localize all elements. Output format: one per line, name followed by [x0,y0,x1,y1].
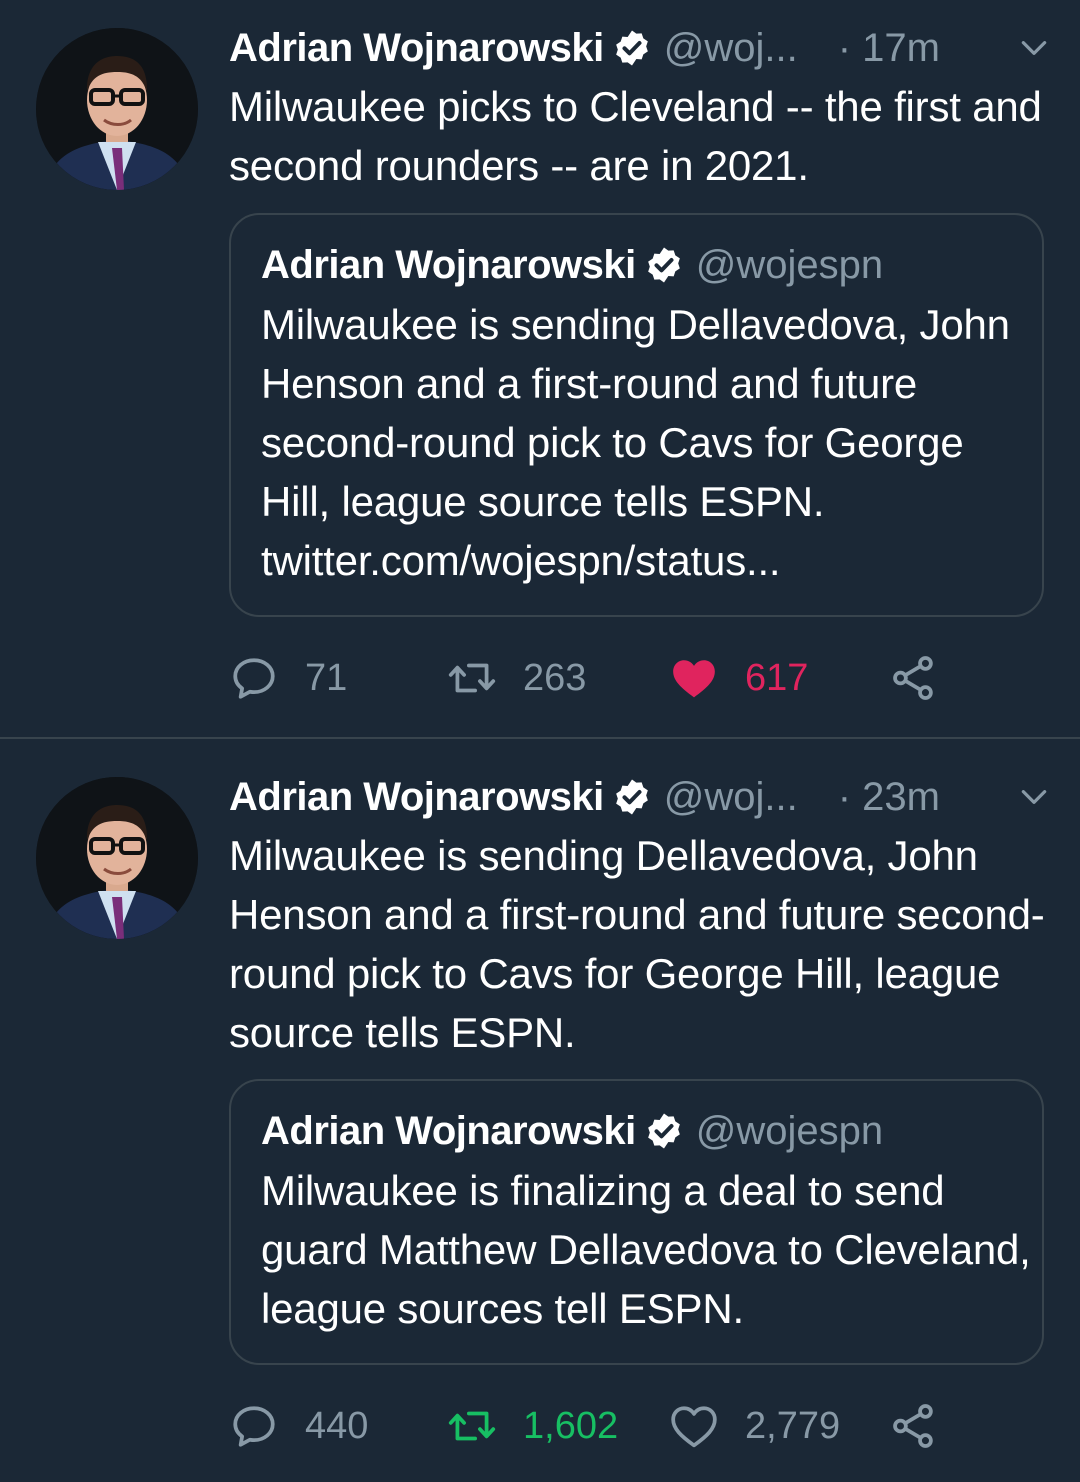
author-photo [36,28,198,190]
share-button[interactable] [889,1396,939,1456]
tweet-header: Adrian Wojnarowski @woj... · 23m [229,769,1050,825]
retweet-icon [448,1411,496,1441]
author-name[interactable]: Adrian Wojnarowski [229,26,604,71]
share-icon [893,1404,933,1448]
verified-icon [647,247,680,283]
quoted-tweet-header: Adrian Wojnarowski @wojespn [261,1103,883,1159]
reply-button[interactable]: 71 [229,648,347,708]
tweet-time[interactable]: · 23m [838,775,940,820]
like-button[interactable]: 617 [669,648,808,708]
quoted-tweet-text: Milwaukee is sending Dellavedova, John H… [261,295,1031,590]
share-icon [893,656,933,700]
reply-icon [233,658,275,699]
share-button[interactable] [889,648,939,708]
quoted-tweet-header: Adrian Wojnarowski @wojespn [261,237,883,293]
reply-icon [233,1406,275,1447]
verified-icon [615,779,648,815]
avatar[interactable] [36,777,198,939]
like-count: 617 [745,656,809,699]
quoted-tweet[interactable]: Adrian Wojnarowski @wojespn Milwaukee is… [229,1079,1044,1365]
quoted-author-handle: @wojespn [695,1108,884,1153]
heart-outline-icon [671,1406,717,1448]
retweet-count: 263 [523,656,587,699]
quoted-tweet-body: Milwaukee is sending Dellavedova, John H… [261,301,1010,525]
tweet-header: Adrian Wojnarowski @woj... · 17m [229,20,1050,76]
author-handle[interactable]: @woj... [664,26,798,71]
quoted-author-name: Adrian Wojnarowski [261,242,636,287]
heart-icon [673,660,715,698]
tweet-2[interactable]: Adrian Wojnarowski @woj... · 23m Milwauk… [0,739,1080,1482]
quoted-author-handle: @wojespn [695,242,884,287]
verified-icon [647,1113,680,1149]
quoted-author-name: Adrian Wojnarowski [261,1108,636,1153]
author-photo [36,777,198,939]
reply-count: 71 [305,656,348,699]
reply-count: 440 [305,1404,369,1447]
avatar[interactable] [36,28,198,190]
verified-icon [615,30,648,66]
author-handle[interactable]: @woj... [664,775,798,820]
retweet-button[interactable]: 1,602 [447,1396,618,1456]
reply-button[interactable]: 440 [229,1396,368,1456]
retweet-button[interactable]: 263 [447,648,586,708]
tweet-actions: 440 1,602 2,779 [229,1396,989,1456]
author-name[interactable]: Adrian Wojnarowski [229,775,604,820]
chevron-down-icon[interactable] [1018,781,1050,813]
quoted-tweet-text: Milwaukee is finalizing a deal to send g… [261,1167,1031,1332]
tweet-text: Milwaukee picks to Cleveland -- the firs… [229,83,1042,189]
retweet-count: 1,602 [523,1404,619,1447]
like-button[interactable]: 2,779 [669,1396,840,1456]
quoted-tweet-link[interactable]: twitter.com/wojespn/status... [261,537,781,584]
quoted-tweet[interactable]: Adrian Wojnarowski @wojespn Milwaukee is… [229,213,1044,617]
tweet-1[interactable]: Adrian Wojnarowski @woj... · 17m Milwauk… [0,0,1080,738]
tweet-time[interactable]: · 17m [838,26,940,71]
like-count: 2,779 [745,1404,841,1447]
tweet-text: Milwaukee is sending Dellavedova, John H… [229,832,1045,1056]
tweet-actions: 71 263 617 [229,648,989,708]
retweet-icon [448,663,496,693]
chevron-down-icon[interactable] [1018,32,1050,64]
